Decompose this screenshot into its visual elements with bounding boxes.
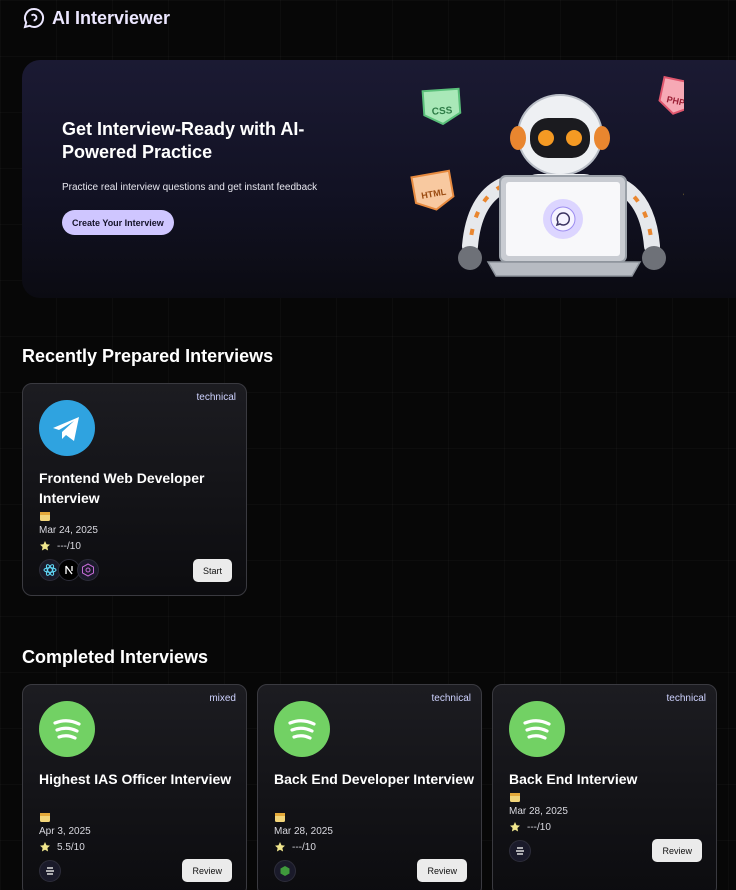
star-icon [40,842,50,852]
calendar-icon [510,793,520,802]
interview-type-badge: technical [431,693,471,704]
hero-banner: Get Interview-Ready with AI-Powered Prac… [22,60,736,298]
php-badge-icon: PHP [658,75,684,115]
interview-title: Back End Developer Interview [274,771,474,787]
interview-card[interactable]: mixed Highest IAS Officer Interview Apr … [22,684,247,890]
tech-stack [509,840,531,862]
review-button[interactable]: Review [417,859,467,882]
interview-score-row: 5.5/10 [39,841,85,853]
interview-title: Highest IAS Officer Interview [39,771,232,787]
recent-section-title: Recently Prepared Interviews [22,346,274,366]
spotify-icon [509,701,565,757]
tech-stack [39,860,61,882]
html-badge-icon: HTML [410,169,455,211]
interview-title: Frontend Web Developer Interview [39,470,205,506]
tech-icon [39,860,61,882]
js-badge-icon: JS [683,167,684,209]
css-badge-icon: CSS [421,87,462,126]
interview-date-row: Apr 3, 2025 [39,811,91,837]
interview-date: Mar 28, 2025 [509,806,568,817]
interview-card[interactable]: technical Back End Interview Mar 28, 202… [492,684,717,890]
interview-score-row: ---/10 [509,821,551,833]
nodejs-icon [274,860,296,882]
interview-type-badge: technical [666,693,706,704]
interview-card[interactable]: technical Back End Developer Interview M… [257,684,482,890]
interview-card[interactable]: technical Frontend Web Developer Intervi… [22,383,247,596]
hero-subtitle: Practice real interview questions and ge… [62,182,318,193]
completed-section-title: Completed Interviews [22,647,209,667]
interview-score: 5.5/10 [57,841,85,853]
tech-stack [39,559,99,581]
review-button[interactable]: Review [182,859,232,882]
robot-illustration: CSS PHP HTML JS [410,75,684,277]
css-badge-label: CSS [431,105,453,117]
interview-type-badge: mixed [209,693,236,704]
interview-date-row: Mar 28, 2025 [509,791,568,817]
start-button[interactable]: Start [192,559,232,582]
interview-score-row: ---/10 [274,841,316,853]
calendar-icon [40,813,50,822]
app-title: AI Interviewer [52,7,171,28]
interview-date-row: Mar 28, 2025 [274,811,333,837]
hero-title: Get Interview-Ready with AI-Powered Prac… [62,119,305,162]
tech-icon [509,840,531,862]
interview-score: ---/10 [527,821,551,833]
interview-score: ---/10 [292,841,316,853]
app-header: AI Interviewer [22,6,170,30]
star-icon [275,842,285,852]
interview-score: ---/10 [57,540,81,552]
interview-score-row: ---/10 [39,540,81,552]
spotify-icon [274,701,330,757]
graphql-icon [77,559,99,581]
interview-date: Mar 24, 2025 [39,525,98,536]
review-button[interactable]: Review [652,839,702,862]
interview-date: Mar 28, 2025 [274,826,333,837]
create-interview-button[interactable]: Create Your Interview [62,210,174,235]
star-icon [510,822,520,832]
tech-stack [274,860,296,882]
spotify-icon [39,701,95,757]
interview-title: Back End Interview [509,771,638,787]
calendar-icon [40,512,50,521]
telegram-icon [39,400,95,456]
interview-date-row: Mar 24, 2025 [39,510,98,536]
interview-date: Apr 3, 2025 [39,826,91,837]
interview-type-badge: technical [196,392,236,403]
star-icon [40,541,50,551]
calendar-icon [275,813,285,822]
chat-logo-icon [23,7,45,29]
